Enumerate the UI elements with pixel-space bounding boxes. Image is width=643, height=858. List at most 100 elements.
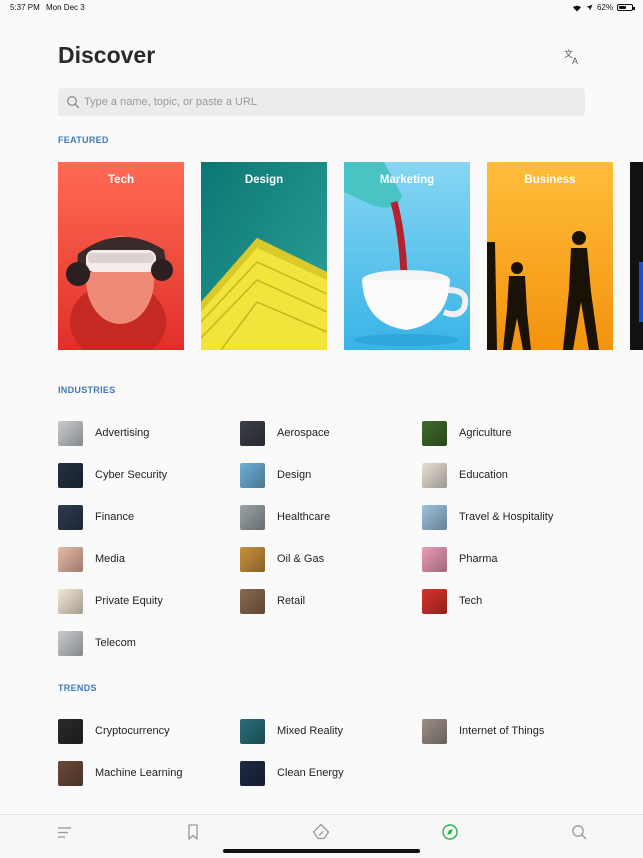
status-bar: 5:37 PM Mon Dec 3 62% <box>0 0 643 16</box>
list-item-tech[interactable]: Tech <box>422 588 482 614</box>
list-item-label: Aerospace <box>277 427 330 439</box>
list-item-design[interactable]: Design <box>240 462 311 488</box>
list-item-label: Tech <box>459 595 483 607</box>
list-item-label: Machine Learning <box>95 767 183 779</box>
retail-thumb <box>240 588 265 614</box>
battery-icon <box>617 4 635 11</box>
list-item-clean-energy[interactable]: Clean Energy <box>240 760 344 786</box>
list-item-media[interactable]: Media <box>58 546 125 572</box>
list-item-aerospace[interactable]: Aerospace <box>240 420 330 446</box>
advertising-thumb <box>58 420 83 446</box>
battery-level <box>619 6 627 9</box>
agriculture-thumb <box>422 420 447 446</box>
aerospace-thumb <box>240 420 265 446</box>
clean-energy-thumb <box>240 760 265 786</box>
list-item-label: Pharma <box>459 553 498 565</box>
compass-icon[interactable] <box>440 823 460 841</box>
feedly-icon[interactable] <box>311 823 331 841</box>
list-item-private-equity[interactable]: Private Equity <box>58 588 163 614</box>
education-thumb <box>422 462 447 488</box>
list-item-pharma[interactable]: Pharma <box>422 546 498 572</box>
featured-card-marketing[interactable]: Marketing <box>344 162 470 350</box>
design-thumb <box>240 462 265 488</box>
battery-percent: 62% <box>596 3 613 12</box>
cyber-security-thumb <box>58 462 83 488</box>
list-item-label: Private Equity <box>95 595 163 607</box>
list-item-telecom[interactable]: Telecom <box>58 630 136 656</box>
featured-card-next[interactable] <box>630 162 643 350</box>
featured-card-label: Marketing <box>379 174 435 186</box>
featured-card-business[interactable]: Business <box>487 162 613 350</box>
list-item-machine-learning[interactable]: Machine Learning <box>58 760 182 786</box>
internet-of-things-thumb <box>422 718 447 744</box>
telecom-thumb <box>58 630 83 656</box>
featured-card-label: Tech <box>108 174 134 186</box>
list-item-agriculture[interactable]: Agriculture <box>422 420 512 446</box>
mixed-reality-thumb <box>240 718 265 744</box>
travel-thumb <box>422 504 447 530</box>
list-item-finance[interactable]: Finance <box>58 504 134 530</box>
list-item-label: Design <box>277 469 312 481</box>
finance-thumb <box>58 504 83 530</box>
search-bar[interactable] <box>58 88 585 116</box>
list-item-label: Cyber Security <box>95 469 168 481</box>
list-item-education[interactable]: Education <box>422 462 508 488</box>
list-item-label: Education <box>459 469 508 481</box>
private-equity-thumb <box>58 588 83 614</box>
list-item-mixed-reality[interactable]: Mixed Reality <box>240 718 343 744</box>
media-thumb <box>58 546 83 572</box>
industries-section-label: INDUSTRIES <box>58 385 116 395</box>
cryptocurrency-thumb <box>58 718 83 744</box>
list-item-label: Healthcare <box>277 511 331 523</box>
featured-card-tech[interactable]: Tech <box>58 162 184 350</box>
trends-section-label: TRENDS <box>58 683 97 693</box>
list-item-label: Advertising <box>95 427 150 439</box>
list-item-label: Mixed Reality <box>277 725 344 737</box>
list-item-travel[interactable]: Travel & Hospitality <box>422 504 553 530</box>
list-item-label: Retail <box>277 595 306 607</box>
tech-card-image <box>58 162 184 350</box>
list-item-advertising[interactable]: Advertising <box>58 420 149 446</box>
design-card-image <box>201 162 327 350</box>
page-title: Discover <box>58 42 156 68</box>
status-time: 5:37 PM <box>10 3 40 12</box>
bookmark-icon[interactable] <box>183 823 203 841</box>
oil-gas-thumb <box>240 546 265 572</box>
search-icon <box>67 96 80 109</box>
list-item-label: Cryptocurrency <box>95 725 170 737</box>
menu-icon[interactable] <box>55 823 75 841</box>
pharma-thumb <box>422 546 447 572</box>
list-item-oil-gas[interactable]: Oil & Gas <box>240 546 324 572</box>
list-item-label: Oil & Gas <box>277 553 325 565</box>
search-tab-icon[interactable] <box>569 823 589 841</box>
marketing-card-image <box>344 162 470 350</box>
list-item-label: Travel & Hospitality <box>459 511 554 523</box>
list-item-cyber-security[interactable]: Cyber Security <box>58 462 167 488</box>
featured-carousel[interactable]: Tech Design Marketing Business <box>58 162 643 350</box>
list-item-label: Media <box>95 553 125 565</box>
healthcare-thumb <box>240 504 265 530</box>
svg-text:A: A <box>572 56 578 66</box>
featured-card-label: Business <box>524 174 576 186</box>
list-item-label: Agriculture <box>459 427 512 439</box>
featured-section-label: FEATURED <box>58 135 109 145</box>
list-item-internet-of-things[interactable]: Internet of Things <box>422 718 544 744</box>
list-item-label: Internet of Things <box>459 725 545 737</box>
location-icon <box>586 4 593 11</box>
business-card-image <box>487 162 613 350</box>
featured-card-label: Design <box>244 174 284 186</box>
list-item-label: Telecom <box>95 637 136 649</box>
status-date: Mon Dec 3 <box>46 3 85 12</box>
home-indicator[interactable] <box>223 849 420 853</box>
next-card-image <box>639 262 643 322</box>
machine-learning-thumb <box>58 760 83 786</box>
featured-card-design[interactable]: Design <box>201 162 327 350</box>
tech-thumb <box>422 588 447 614</box>
list-item-retail[interactable]: Retail <box>240 588 305 614</box>
list-item-healthcare[interactable]: Healthcare <box>240 504 330 530</box>
wifi-icon <box>572 5 581 11</box>
list-item-label: Finance <box>95 511 135 523</box>
translate-icon[interactable]: 文 A <box>562 46 582 66</box>
search-input[interactable] <box>84 92 574 112</box>
list-item-cryptocurrency[interactable]: Cryptocurrency <box>58 718 170 744</box>
